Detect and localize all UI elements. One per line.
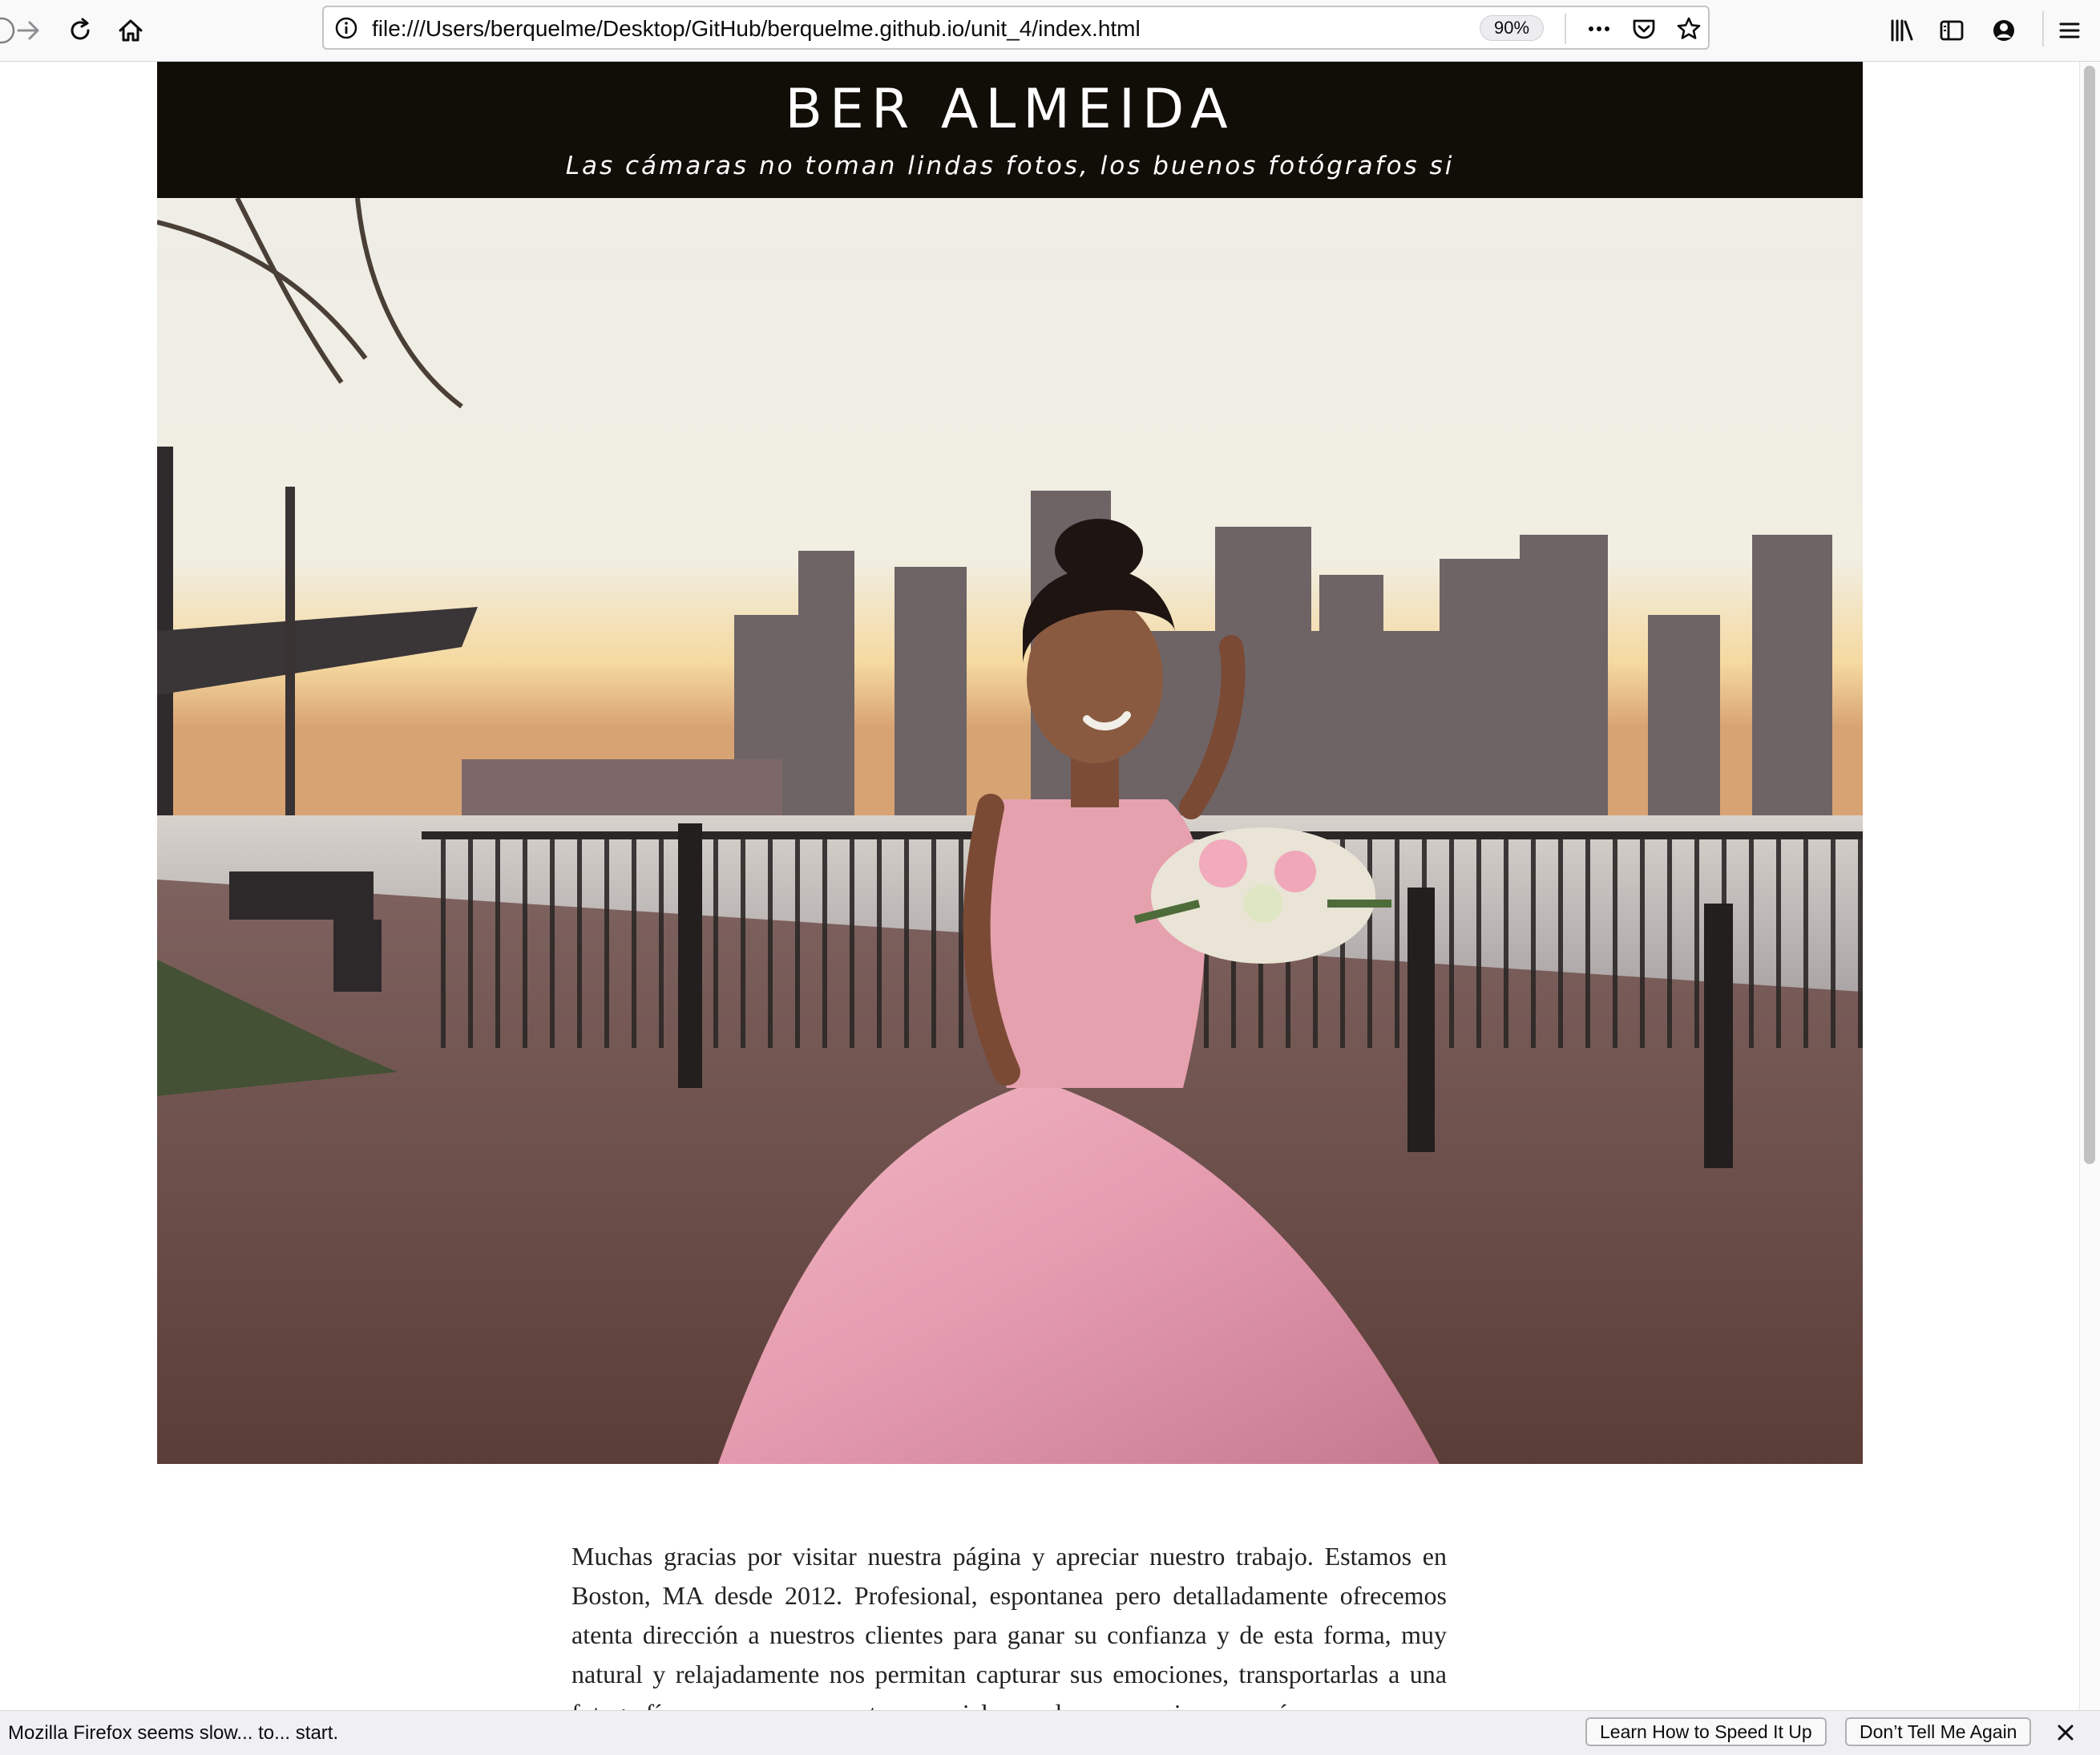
info-icon[interactable]	[333, 15, 359, 41]
learn-speed-button[interactable]: Learn How to Speed It Up	[1585, 1717, 1827, 1746]
sidebar-icon[interactable]	[1936, 14, 1968, 47]
quinceanera-photo	[156, 196, 1863, 1464]
hero-photo	[156, 196, 1863, 1464]
dont-tell-again-button[interactable]: Don’t Tell Me Again	[1845, 1717, 2032, 1746]
close-icon[interactable]	[2054, 1721, 2078, 1745]
library-icon[interactable]	[1885, 14, 1917, 47]
page-viewport: BER ALMEIDA Las cámaras no toman lindas …	[0, 62, 2079, 1710]
url-text[interactable]: file:///Users/berquelme/Desktop/GitHub/b…	[372, 16, 1141, 42]
site-tagline: Las cámaras no toman lindas fotos, los b…	[565, 152, 1455, 180]
zoom-level-badge[interactable]: 90%	[1480, 15, 1544, 41]
url-bar-separator	[1565, 14, 1566, 44]
toolbar-separator	[2042, 11, 2044, 47]
site-header: BER ALMEIDA Las cámaras no toman lindas …	[157, 62, 1863, 198]
pocket-icon[interactable]	[1628, 14, 1660, 44]
account-icon[interactable]	[1988, 14, 2020, 47]
scrollbar-thumb[interactable]	[2084, 66, 2095, 1164]
site-title: BER ALMEIDA	[785, 78, 1235, 141]
slow-startup-notification: Mozilla Firefox seems slow... to... star…	[0, 1710, 2100, 1755]
home-icon[interactable]	[115, 14, 147, 47]
forward-arrow-icon[interactable]	[13, 14, 45, 47]
url-bar[interactable]: file:///Users/berquelme/Desktop/GitHub/b…	[322, 6, 1710, 50]
hamburger-menu-icon[interactable]	[2054, 14, 2086, 47]
bookmark-star-icon[interactable]	[1673, 14, 1705, 44]
reload-icon[interactable]	[64, 14, 96, 47]
notification-message: Mozilla Firefox seems slow... to... star…	[8, 1722, 339, 1744]
intro-paragraph: Muchas gracias por visitar nuestra págin…	[571, 1542, 1447, 1710]
browser-toolbar: file:///Users/berquelme/Desktop/GitHub/b…	[0, 0, 2100, 62]
more-actions-icon[interactable]	[1583, 14, 1615, 44]
